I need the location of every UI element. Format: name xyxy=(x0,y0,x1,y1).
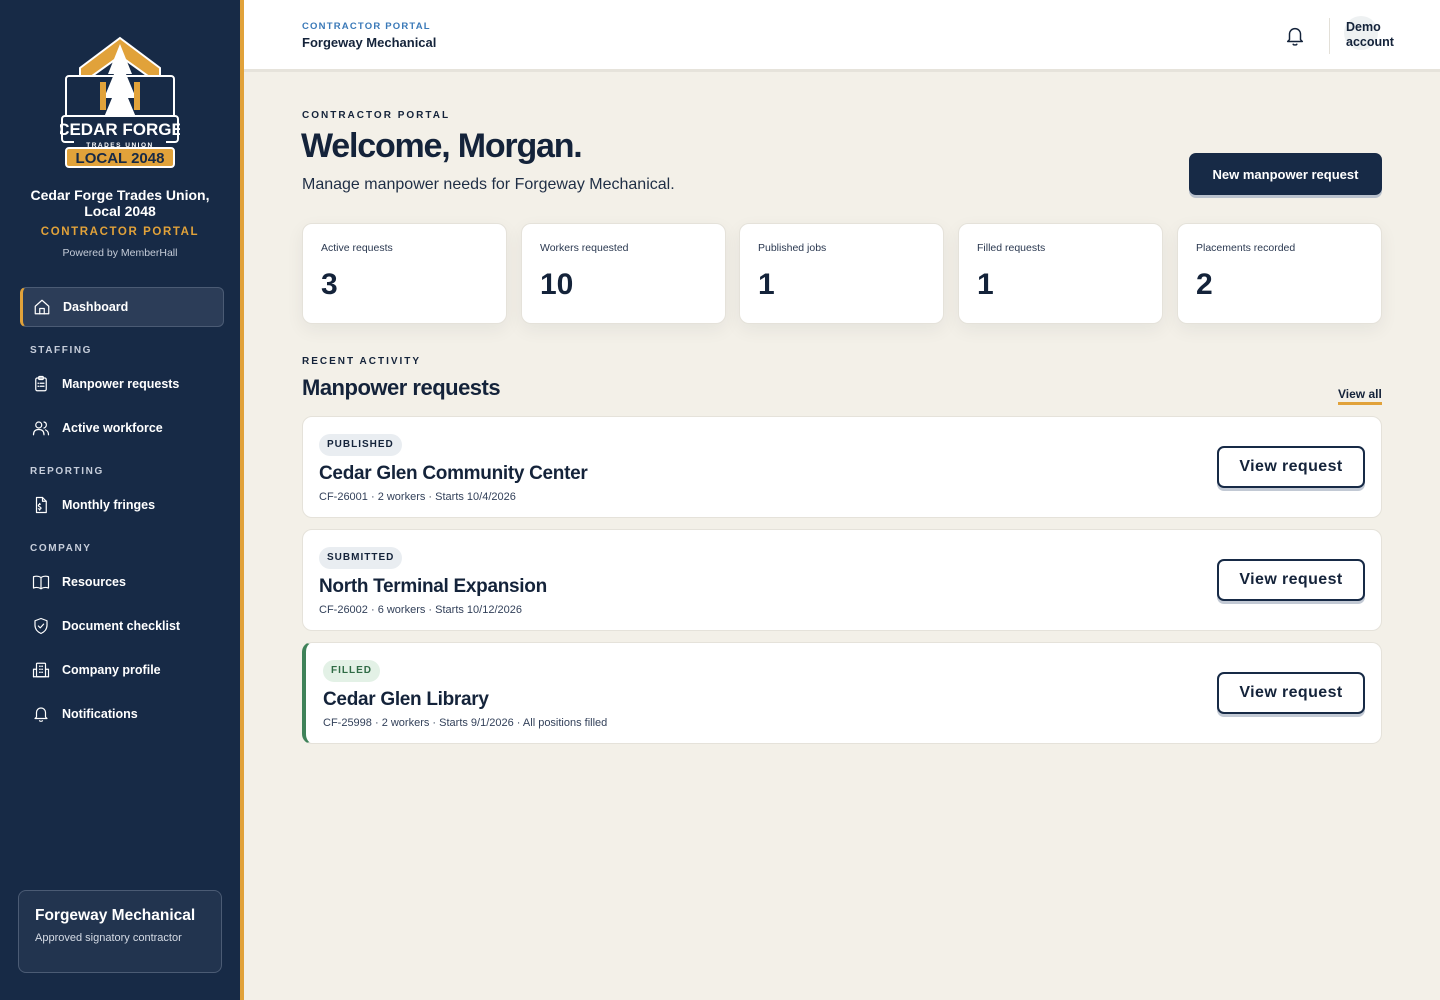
sidebar-item-document-checklist[interactable]: Document checklist xyxy=(20,606,224,646)
topbar-kicker: CONTRACTOR PORTAL xyxy=(302,21,431,32)
section-company: COMPANY xyxy=(30,543,92,554)
stat-label: Workers requested xyxy=(540,242,629,254)
page-title: Welcome, Morgan. xyxy=(301,127,583,165)
logo-text-top: CEDAR FORGE xyxy=(60,120,180,139)
sidebar-accent-bar xyxy=(240,0,244,1000)
home-icon xyxy=(33,298,51,316)
stat-card-filled-requests: Filled requests 1 xyxy=(958,223,1163,324)
stat-card-workers-requested: Workers requested 10 xyxy=(521,223,726,324)
sidebar-item-resources[interactable]: Resources xyxy=(20,562,224,602)
portal-tag: CONTRACTOR PORTAL xyxy=(40,226,200,238)
stat-value: 1 xyxy=(758,268,775,301)
status-badge: PUBLISHED xyxy=(319,434,402,456)
topbar-divider xyxy=(1329,18,1330,54)
topbar-company: Forgeway Mechanical xyxy=(302,35,437,50)
logo-text-bottom: LOCAL 2048 xyxy=(76,150,165,167)
view-request-button[interactable]: View request xyxy=(1217,559,1365,601)
request-card: FILLED Cedar Glen Library CF-25998 · 2 w… xyxy=(302,642,1382,744)
sidebar: CEDAR FORGE TRADES UNION LOCAL 2048 Ceda… xyxy=(0,0,240,1000)
section-title: Manpower requests xyxy=(302,375,501,400)
request-meta: CF-26002 · 6 workers · Starts 10/12/2026 xyxy=(319,604,522,616)
request-title: Cedar Glen Community Center xyxy=(319,463,588,484)
bell-icon xyxy=(32,705,50,723)
recent-activity-kicker: RECENT ACTIVITY xyxy=(302,356,422,367)
status-badge: FILLED xyxy=(323,660,380,682)
request-info: FILLED Cedar Glen Library CF-25998 · 2 w… xyxy=(323,660,607,729)
sidebar-item-label: Manpower requests xyxy=(62,377,180,391)
stat-card-published-jobs: Published jobs 1 xyxy=(739,223,944,324)
view-all-link[interactable]: View all xyxy=(1338,387,1382,405)
sidebar-item-label: Company profile xyxy=(62,663,161,677)
request-card: PUBLISHED Cedar Glen Community Center CF… xyxy=(302,416,1382,518)
stat-value: 1 xyxy=(977,268,994,301)
stat-card-active-requests: Active requests 3 xyxy=(302,223,507,324)
sidebar-item-label: Monthly fringes xyxy=(62,498,156,512)
sidebar-item-dashboard[interactable]: Dashboard xyxy=(20,287,224,327)
request-meta: CF-26001 · 2 workers · Starts 10/4/2026 xyxy=(319,491,516,503)
sidebar-item-label: Active workforce xyxy=(62,421,163,435)
request-card: SUBMITTED North Terminal Expansion CF-26… xyxy=(302,529,1382,631)
sidebar-item-label: Notifications xyxy=(62,707,138,721)
sidebar-item-company-profile[interactable]: Company profile xyxy=(20,650,224,690)
new-manpower-request-button[interactable]: New manpower request xyxy=(1189,153,1382,195)
building-icon xyxy=(32,661,50,679)
users-icon xyxy=(32,419,50,437)
company-card-status: Approved signatory contractor xyxy=(35,932,182,944)
request-info: PUBLISHED Cedar Glen Community Center CF… xyxy=(319,434,588,503)
shield-check-icon xyxy=(32,617,50,635)
sidebar-item-label: Document checklist xyxy=(62,619,181,633)
file-dollar-icon xyxy=(32,496,50,514)
request-title: Cedar Glen Library xyxy=(323,689,489,710)
section-reporting: REPORTING xyxy=(30,466,104,477)
company-card-name: Forgeway Mechanical xyxy=(35,907,196,924)
org-name: Cedar Forge Trades Union, Local 2048 xyxy=(30,187,210,219)
stat-label: Filled requests xyxy=(977,242,1046,254)
view-request-button[interactable]: View request xyxy=(1217,672,1365,714)
request-meta: CF-25998 · 2 workers · Starts 9/1/2026 ·… xyxy=(323,717,608,729)
union-logo: CEDAR FORGE TRADES UNION LOCAL 2048 xyxy=(57,36,183,168)
sidebar-item-active-workforce[interactable]: Active workforce xyxy=(20,408,224,448)
account-menu[interactable]: Demo account xyxy=(1346,20,1406,50)
sidebar-item-label: Resources xyxy=(62,575,126,589)
status-badge: SUBMITTED xyxy=(319,547,403,569)
view-request-button[interactable]: View request xyxy=(1217,446,1365,488)
request-title: North Terminal Expansion xyxy=(319,576,547,597)
stat-label: Placements recorded xyxy=(1196,242,1296,254)
notifications-bell-icon[interactable] xyxy=(1284,25,1306,47)
sidebar-item-manpower-requests[interactable]: Manpower requests xyxy=(20,364,224,404)
company-card[interactable]: Forgeway Mechanical Approved signatory c… xyxy=(18,890,222,973)
stat-label: Active requests xyxy=(321,242,393,254)
clipboard-icon xyxy=(32,375,50,393)
stat-value: 2 xyxy=(1196,268,1213,301)
stat-card-placements-recorded: Placements recorded 2 xyxy=(1177,223,1382,324)
sidebar-item-monthly-fringes[interactable]: Monthly fringes xyxy=(20,485,224,525)
request-info: SUBMITTED North Terminal Expansion CF-26… xyxy=(319,547,547,616)
powered-by: Powered by MemberHall xyxy=(62,247,178,259)
sidebar-item-notifications[interactable]: Notifications xyxy=(20,694,224,734)
page-kicker: CONTRACTOR PORTAL xyxy=(302,110,451,121)
stat-value: 3 xyxy=(321,268,338,301)
page-subtitle: Manage manpower needs for Forgeway Mecha… xyxy=(302,176,675,193)
sidebar-item-label: Dashboard xyxy=(63,300,129,314)
topbar: CONTRACTOR PORTAL Forgeway Mechanical De… xyxy=(244,0,1440,72)
stat-label: Published jobs xyxy=(758,242,827,254)
book-icon xyxy=(32,573,50,591)
stat-value: 10 xyxy=(540,268,574,301)
section-staffing: STAFFING xyxy=(30,345,93,356)
